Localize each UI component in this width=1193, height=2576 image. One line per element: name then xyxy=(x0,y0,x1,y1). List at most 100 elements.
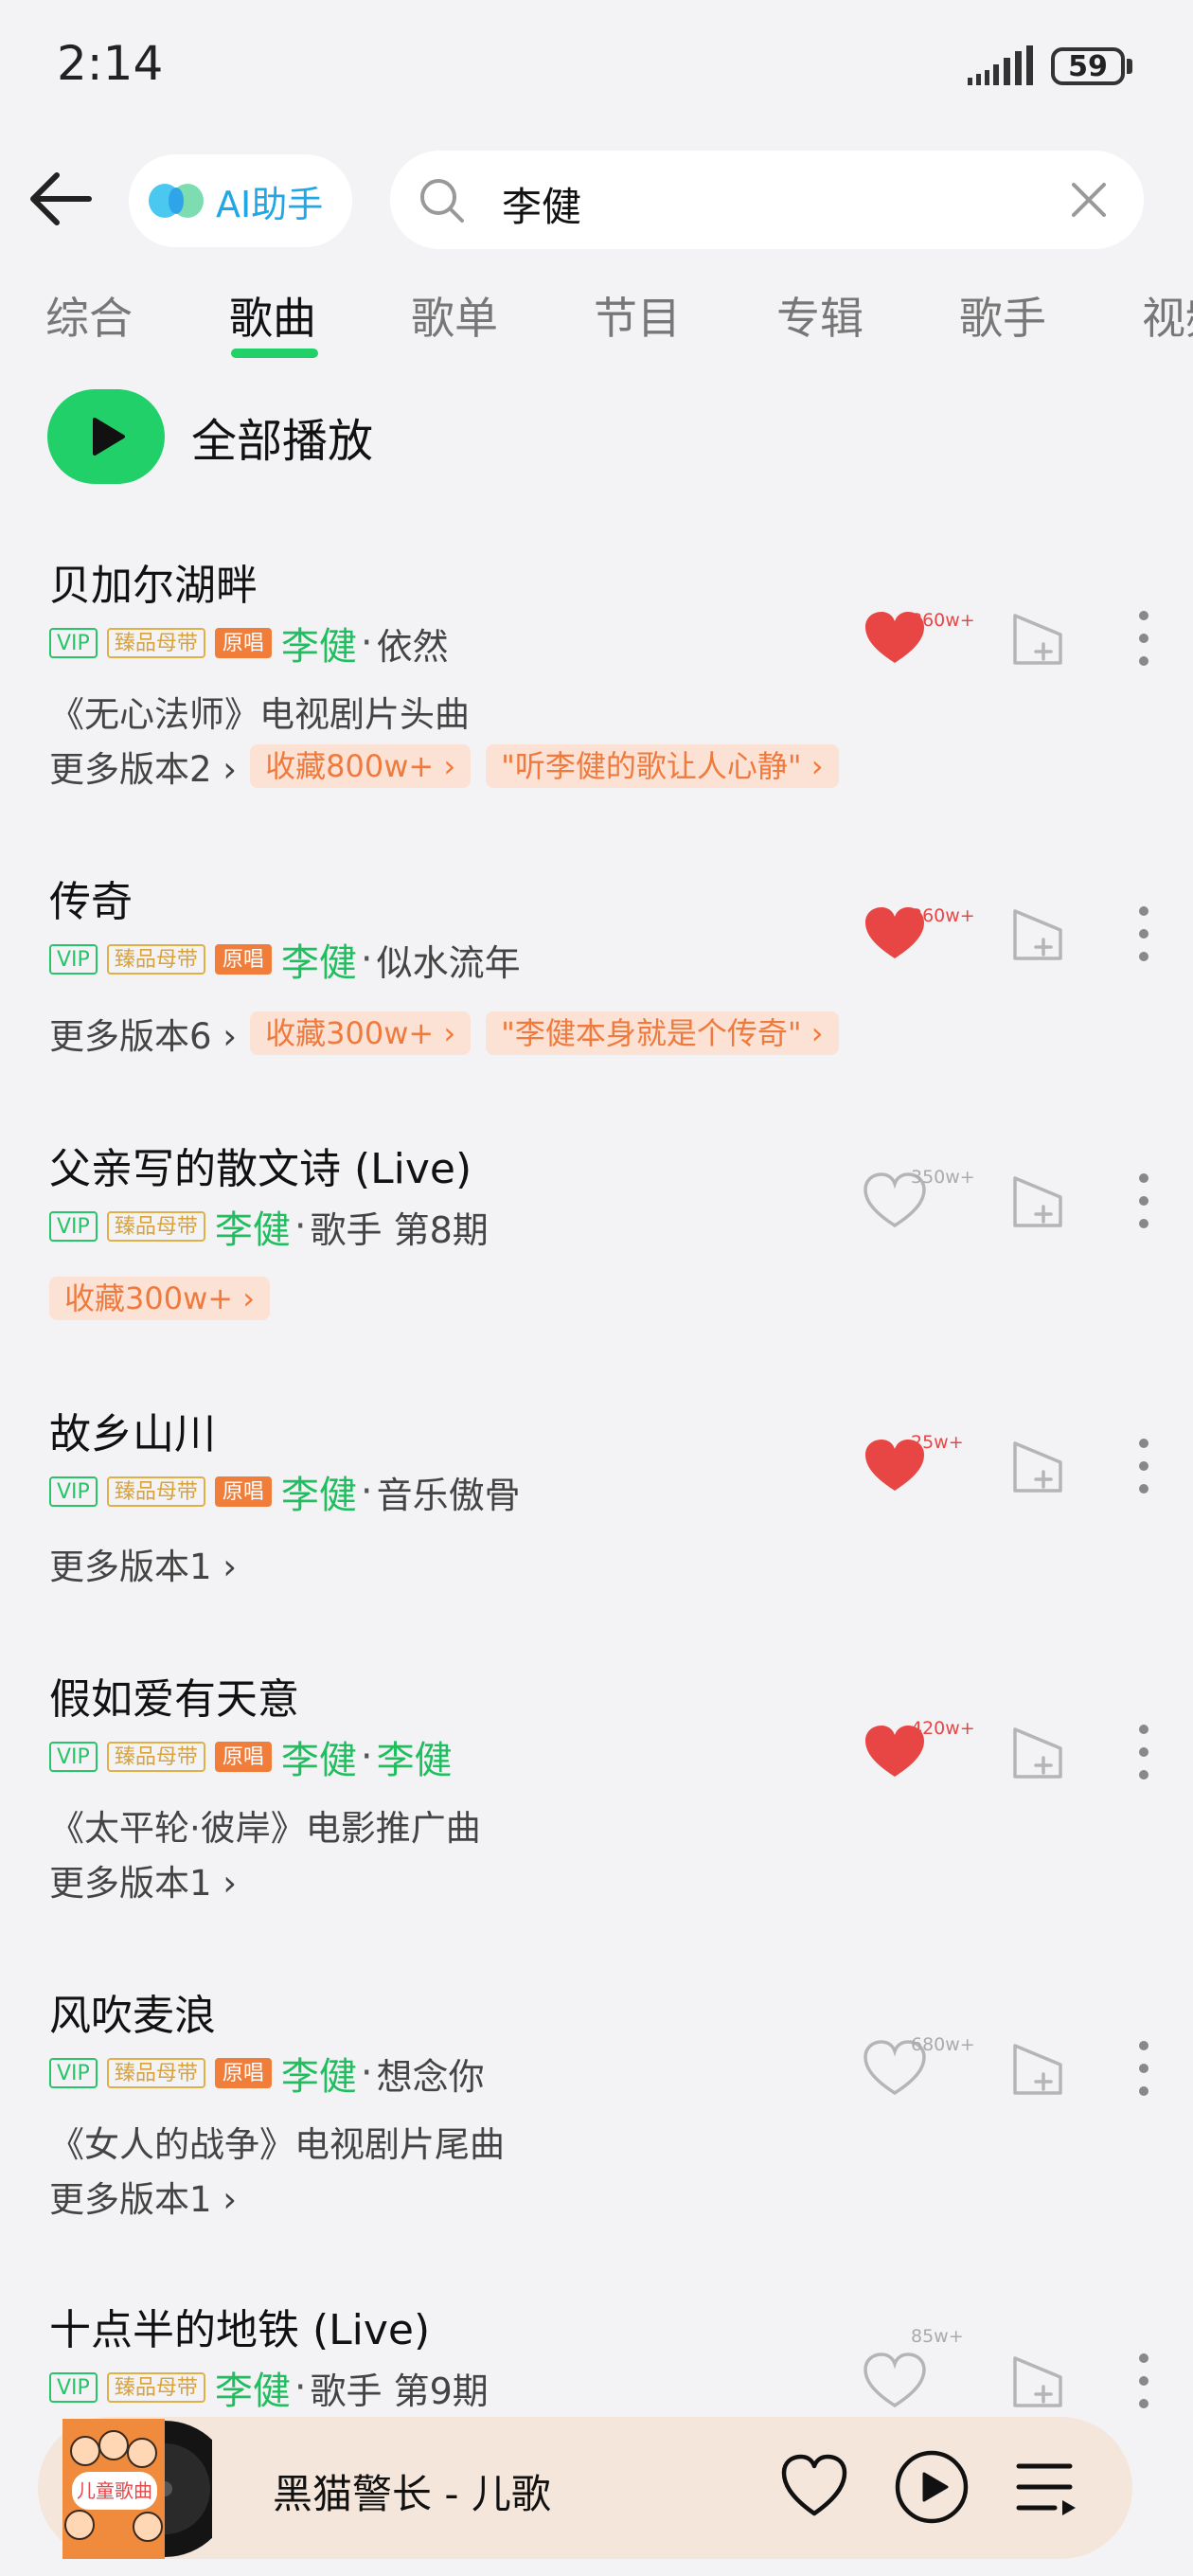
tab-playlists[interactable]: 歌单 xyxy=(411,284,498,347)
vip-badge: VIP xyxy=(49,944,98,975)
song-meta: VIP 臻品母带 原唱 李健 · 依然 xyxy=(49,621,449,669)
back-arrow-icon[interactable] xyxy=(23,166,98,232)
add-to-playlist-icon[interactable] xyxy=(1009,610,1066,667)
original-badge: 原唱 xyxy=(214,1742,272,1772)
player-heart-icon[interactable] xyxy=(778,2453,850,2519)
more-options-icon[interactable] xyxy=(1132,1436,1155,1496)
song-meta: VIP 臻品母带 李健 · 歌手 第8期 xyxy=(49,1205,489,1252)
vip-badge: VIP xyxy=(49,628,98,658)
ai-assistant-label: AI助手 xyxy=(216,183,324,225)
more-versions-label: 更多版本6 xyxy=(49,1016,212,1057)
add-to-playlist-icon[interactable] xyxy=(1009,1724,1066,1780)
more-options-icon[interactable] xyxy=(1132,903,1155,964)
artist-link[interactable]: 李健 xyxy=(281,1729,357,1784)
vip-badge: VIP xyxy=(49,1476,98,1507)
like-count: 860w+ xyxy=(911,610,975,631)
like-count: 25w+ xyxy=(911,1432,964,1453)
collect-chip[interactable]: 收藏300w+ › xyxy=(49,1277,271,1320)
album-name: 歌手 第8期 xyxy=(310,1208,489,1251)
album-name: 似水流年 xyxy=(376,941,521,984)
more-versions-label: 更多版本1 xyxy=(49,2179,212,2220)
add-to-playlist-icon[interactable] xyxy=(1009,905,1066,962)
more-options-icon[interactable] xyxy=(1132,2351,1155,2411)
more-versions-label: 更多版本1 xyxy=(49,1863,212,1904)
song-title: 贝加尔湖畔 xyxy=(49,562,258,610)
status-time: 2:14 xyxy=(57,36,164,91)
separator: · xyxy=(360,1735,373,1779)
heart-outline-icon[interactable] xyxy=(862,2352,928,2409)
song-extras: 更多版本6 › 收藏300w+ › "李健本身就是个传奇" › xyxy=(49,1011,854,1057)
tab-videos[interactable]: 视频 xyxy=(1142,284,1193,347)
battery-tip xyxy=(1127,59,1132,74)
comment-chip[interactable]: "李健本身就是个传奇" › xyxy=(486,1011,839,1055)
tab-songs[interactable]: 歌曲 xyxy=(229,284,316,347)
master-badge: 臻品母带 xyxy=(106,1211,205,1242)
more-versions-link[interactable]: 更多版本1 › xyxy=(49,1854,237,1905)
more-versions-link[interactable]: 更多版本1 › xyxy=(49,2171,237,2222)
add-to-playlist-icon[interactable] xyxy=(1009,1438,1066,1494)
more-options-icon[interactable] xyxy=(1132,608,1155,669)
search-input[interactable]: 李健 xyxy=(390,151,1144,249)
tab-all[interactable]: 综合 xyxy=(45,284,133,347)
active-tab-indicator xyxy=(231,349,318,358)
master-badge: 臻品母带 xyxy=(106,1742,205,1772)
more-versions-link[interactable]: 更多版本2 › xyxy=(49,741,237,792)
artist-link[interactable]: 李健 xyxy=(281,2046,357,2101)
battery-level: 59 xyxy=(1068,49,1108,83)
album-name: 音乐傲骨 xyxy=(376,1474,521,1516)
comment-chip[interactable]: "听李健的歌让人心静" › xyxy=(486,744,839,788)
song-title: 十点半的地铁 (Live) xyxy=(49,2306,431,2354)
song-extras: 更多版本1 › xyxy=(49,1858,250,1904)
album-name[interactable]: 李健 xyxy=(377,1729,453,1784)
artist-link[interactable]: 李健 xyxy=(215,2360,291,2415)
album-cover[interactable]: 儿童歌曲 xyxy=(23,2419,212,2559)
add-to-playlist-icon[interactable] xyxy=(1009,2040,1066,2097)
add-to-playlist-icon[interactable] xyxy=(1009,1172,1066,1229)
playlist-queue-icon[interactable] xyxy=(1013,2455,1079,2519)
song-description: 《无心法师》电视剧片头曲 xyxy=(49,694,470,735)
more-versions-label: 更多版本2 xyxy=(49,749,212,790)
song-meta: VIP 臻品母带 李健 · 歌手 第9期 xyxy=(49,2366,489,2413)
now-playing-title: 黑猫警长 - 儿歌 xyxy=(273,2471,551,2517)
separator: · xyxy=(360,2051,373,2095)
play-all-button[interactable]: 全部播放 xyxy=(47,388,445,485)
collect-chip[interactable]: 收藏800w+ › xyxy=(250,744,472,788)
vip-badge: VIP xyxy=(49,1211,98,1242)
more-versions-label: 更多版本1 xyxy=(49,1547,212,1587)
more-options-icon[interactable] xyxy=(1132,1171,1155,1231)
search-icon xyxy=(420,179,464,223)
ai-assistant-logo-icon xyxy=(149,184,204,218)
add-to-playlist-icon[interactable] xyxy=(1009,2352,1066,2409)
tab-programs[interactable]: 节目 xyxy=(594,284,681,347)
like-count: 350w+ xyxy=(911,1167,975,1188)
original-badge: 原唱 xyxy=(214,628,272,658)
artist-link[interactable]: 李健 xyxy=(281,1464,357,1519)
original-badge: 原唱 xyxy=(214,944,272,975)
song-extras: 收藏300w+ › xyxy=(49,1277,285,1320)
collect-chip[interactable]: 收藏300w+ › xyxy=(250,1011,472,1055)
song-extras: 更多版本1 › xyxy=(49,1542,250,1587)
ai-assistant-button[interactable]: AI助手 xyxy=(129,154,352,247)
separator: · xyxy=(360,1470,373,1513)
song-title: 传奇 xyxy=(49,878,133,926)
play-all-label: 全部播放 xyxy=(191,415,374,468)
album-name: 歌手 第9期 xyxy=(310,2370,489,2412)
artist-link[interactable]: 李健 xyxy=(215,1199,291,1254)
more-options-icon[interactable] xyxy=(1132,1722,1155,1782)
more-options-icon[interactable] xyxy=(1132,2038,1155,2099)
album-name: 想念你 xyxy=(376,2055,485,2098)
more-versions-link[interactable]: 更多版本6 › xyxy=(49,1008,237,1059)
artist-link[interactable]: 李健 xyxy=(281,616,357,671)
artist-link[interactable]: 李健 xyxy=(281,932,357,987)
song-meta: VIP 臻品母带 原唱 李健 · 似水流年 xyxy=(49,938,521,985)
tab-albums[interactable]: 专辑 xyxy=(776,284,864,347)
clear-icon[interactable] xyxy=(1068,179,1110,221)
player-play-icon[interactable] xyxy=(894,2449,970,2525)
separator: · xyxy=(360,938,373,981)
like-count: 420w+ xyxy=(911,1718,975,1739)
status-bar: 2:14 59 xyxy=(0,0,1193,142)
tab-artists[interactable]: 歌手 xyxy=(959,284,1046,347)
separator: · xyxy=(294,1205,307,1248)
song-title: 假如爱有天意 xyxy=(49,1675,299,1724)
more-versions-link[interactable]: 更多版本1 › xyxy=(49,1538,237,1589)
